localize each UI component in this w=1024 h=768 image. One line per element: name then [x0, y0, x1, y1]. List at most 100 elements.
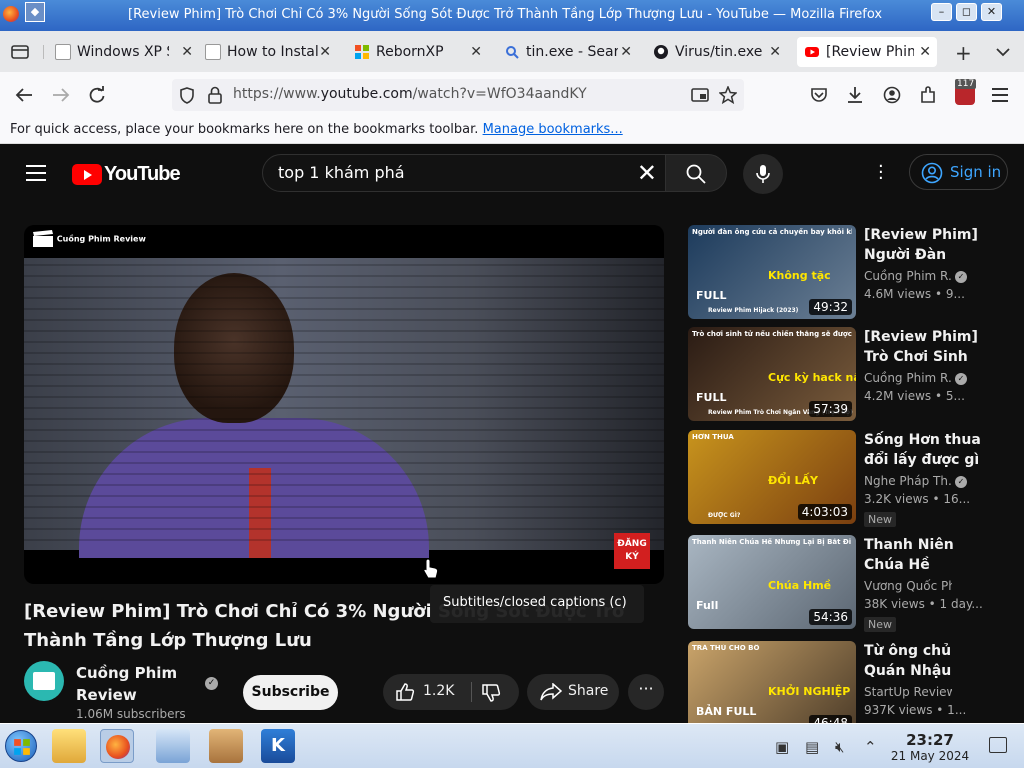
volume-muted-icon[interactable]: 🔇︎ — [835, 738, 844, 756]
forward-icon[interactable] — [52, 87, 70, 103]
recommendation-title[interactable]: Từ ông chủ Quán Nhậu nhỏ ở... — [864, 641, 982, 681]
firefox-taskbar-button[interactable] — [100, 729, 134, 763]
lock-icon[interactable] — [207, 86, 223, 104]
more-actions-button[interactable]: ··· — [628, 674, 664, 710]
verified-check-icon: ✓ — [955, 476, 967, 488]
thumbnail-bottom-text: ĐƯỢC GÌ? — [708, 512, 741, 519]
remote-desktop-icon[interactable] — [156, 729, 190, 763]
video-duration: 57:39 — [809, 401, 852, 417]
like-count[interactable]: 1.2K — [423, 683, 454, 699]
tab-label: tin.exe - Searc — [526, 44, 618, 60]
url-text[interactable]: https://www.youtube.com/watch?v=WfO34aan… — [233, 86, 587, 102]
maximize-button[interactable]: ◻ — [956, 3, 977, 21]
file-explorer-icon[interactable] — [52, 729, 86, 763]
recommendation-channel[interactable]: StartUp Review — [864, 685, 952, 699]
verified-check-icon: ✓ — [955, 271, 967, 283]
extensions-icon[interactable] — [919, 86, 937, 104]
close-tab-icon[interactable]: ✕ — [919, 44, 931, 60]
package-archive-icon[interactable] — [209, 729, 243, 763]
close-tab-icon[interactable]: ✕ — [181, 44, 193, 60]
search-input[interactable] — [278, 163, 628, 182]
start-button[interactable] — [5, 730, 37, 762]
thumbnail-bottom-text: Review Phim Hijack (2023) — [708, 307, 799, 314]
recommendation-channel[interactable]: Cuồng Phim R... — [864, 269, 952, 283]
search-box[interactable]: ✕ — [262, 154, 666, 192]
guide-menu-icon[interactable] — [26, 165, 46, 181]
share-button[interactable]: Share — [527, 674, 619, 710]
sign-in-button[interactable]: Sign in — [909, 154, 1008, 190]
manage-bookmarks-link[interactable]: Manage bookmarks... — [483, 122, 623, 137]
kde-icon[interactable]: K — [261, 729, 295, 763]
window-title-bar[interactable]: ◆ [Review Phim] Trò Chơi Chỉ Có 3% Người… — [0, 0, 1024, 31]
picture-in-picture-icon[interactable] — [691, 87, 709, 103]
recommendation-channel[interactable]: Nghe Pháp Th... — [864, 474, 952, 488]
video-thumbnail[interactable]: TRẢ THÙ CHO BỐKHỞI NGHIỆPBẢN FULL46:48 — [688, 641, 856, 735]
minimize-button[interactable]: – — [931, 3, 952, 21]
thumbnail-top-text: Trò chơi sinh tử nếu chiến thắng sẽ được… — [692, 330, 852, 338]
bookmark-star-icon[interactable] — [719, 86, 737, 104]
subscribe-button[interactable]: Subscribe — [243, 675, 338, 710]
video-duration: 54:36 — [809, 609, 852, 625]
voice-search-button[interactable] — [743, 154, 783, 194]
tab-rebornxp[interactable]: RebornXP ✕ — [354, 37, 484, 67]
account-icon[interactable] — [883, 86, 901, 104]
recommendation-channel[interactable]: Cuồng Phim R... — [864, 371, 952, 385]
reload-icon[interactable] — [88, 86, 106, 104]
search-button[interactable] — [665, 154, 727, 192]
notes-icon[interactable]: ▤ — [805, 738, 819, 756]
youtube-logo[interactable]: YouTube — [72, 163, 181, 186]
tab-how-to-install[interactable]: How to Install ✕ — [205, 37, 333, 67]
downloads-icon[interactable] — [846, 86, 864, 104]
video-thumbnail[interactable]: Thanh Niên Chúa Hề Nhưng Lại Bị Bắt Đi L… — [688, 535, 856, 629]
recommendation-item[interactable]: HƠN THUA ĐỔI LẤY ĐƯỢC GÌ? 4:03:03 Sống Hơn t… — [688, 430, 1008, 527]
back-icon[interactable] — [15, 87, 33, 103]
video-player[interactable]: Cuồng Phim Review ĐĂNG KÝ — [24, 225, 664, 584]
close-tab-icon[interactable]: ✕ — [319, 44, 331, 60]
clock-date: 21 May 2024 — [890, 749, 970, 763]
recommendation-title[interactable]: Thanh Niên Chúa Hề Nhưng Lại Bị... — [864, 535, 982, 575]
window-menu-icon[interactable]: ◆ — [25, 2, 45, 22]
clipboard-icon[interactable]: ▣ — [775, 738, 789, 756]
show-desktop-icon[interactable] — [989, 737, 1007, 753]
video-thumbnail[interactable]: Người đàn ông cứu cả chuyến bay khỏi khô… — [688, 225, 856, 319]
shield-icon[interactable] — [179, 87, 195, 104]
recommendation-title[interactable]: [Review Phim] Trò Chơi Sinh T... — [864, 327, 982, 367]
close-window-button[interactable]: ✕ — [981, 3, 1002, 21]
microphone-icon — [756, 165, 770, 183]
navigation-toolbar: https://www.youtube.com/watch?v=WfO34aan… — [0, 72, 1024, 118]
recommendation-channel[interactable]: Vương Quốc Phim ... — [864, 579, 952, 593]
subscribe-watermark-badge[interactable]: ĐĂNG KÝ — [614, 533, 650, 569]
close-tab-icon[interactable]: ✕ — [769, 44, 781, 60]
video-thumbnail[interactable]: HƠN THUA ĐỔI LẤY ĐƯỢC GÌ? 4:03:03 — [688, 430, 856, 524]
clock[interactable]: 23:27 21 May 2024 — [885, 731, 975, 763]
channel-avatar[interactable] — [24, 661, 64, 701]
recommendation-title[interactable]: Sống Hơn thua đổi lấy được gì ... — [864, 430, 982, 470]
close-tab-icon[interactable]: ✕ — [620, 44, 632, 60]
new-tab-icon[interactable]: + — [955, 41, 972, 65]
tray-expand-icon[interactable]: ⌃ — [864, 738, 877, 756]
settings-more-icon[interactable]: · · · — [878, 158, 884, 188]
address-bar[interactable]: https://www.youtube.com/watch?v=WfO34aan… — [172, 79, 744, 111]
tab-tin-exe-search[interactable]: tin.exe - Searc ✕ — [504, 37, 634, 67]
channel-name[interactable]: Cuồng Phim Review — [76, 662, 206, 706]
close-tab-icon[interactable]: ✕ — [470, 44, 482, 60]
menu-hamburger-icon[interactable] — [992, 88, 1008, 102]
tab-windows-xp[interactable]: Windows XP S ✕ — [55, 37, 195, 67]
recommendation-item[interactable]: Thanh Niên Chúa Hề Nhưng Lại Bị Bắt Đi L… — [688, 535, 1008, 632]
list-all-tabs-icon[interactable] — [996, 47, 1010, 57]
recommendation-views: 3.2K views • 16... — [864, 492, 971, 506]
tab-github-virus[interactable]: Virus/tin.exe a ✕ — [653, 37, 783, 67]
like-icon[interactable] — [395, 682, 415, 702]
video-thumbnail[interactable]: Trò chơi sinh tử nếu chiến thắng sẽ được… — [688, 327, 856, 421]
extension-badge: 117 — [955, 79, 977, 89]
recommendation-item[interactable]: Người đàn ông cứu cả chuyến bay khỏi khô… — [688, 225, 1008, 321]
ublock-icon[interactable]: 117 — [955, 79, 977, 105]
recommendation-item[interactable]: Trò chơi sinh tử nếu chiến thắng sẽ được… — [688, 327, 1008, 423]
tab-youtube-review-phim[interactable]: [Review Phim ✕ — [797, 37, 937, 67]
video-duration: 49:32 — [809, 299, 852, 315]
pocket-icon[interactable] — [810, 87, 828, 103]
tab-overview-icon[interactable] — [11, 44, 29, 60]
dislike-icon[interactable] — [481, 683, 501, 703]
recommendation-title[interactable]: [Review Phim] Người Đàn Ông... — [864, 225, 982, 265]
clear-search-icon[interactable]: ✕ — [637, 159, 657, 187]
